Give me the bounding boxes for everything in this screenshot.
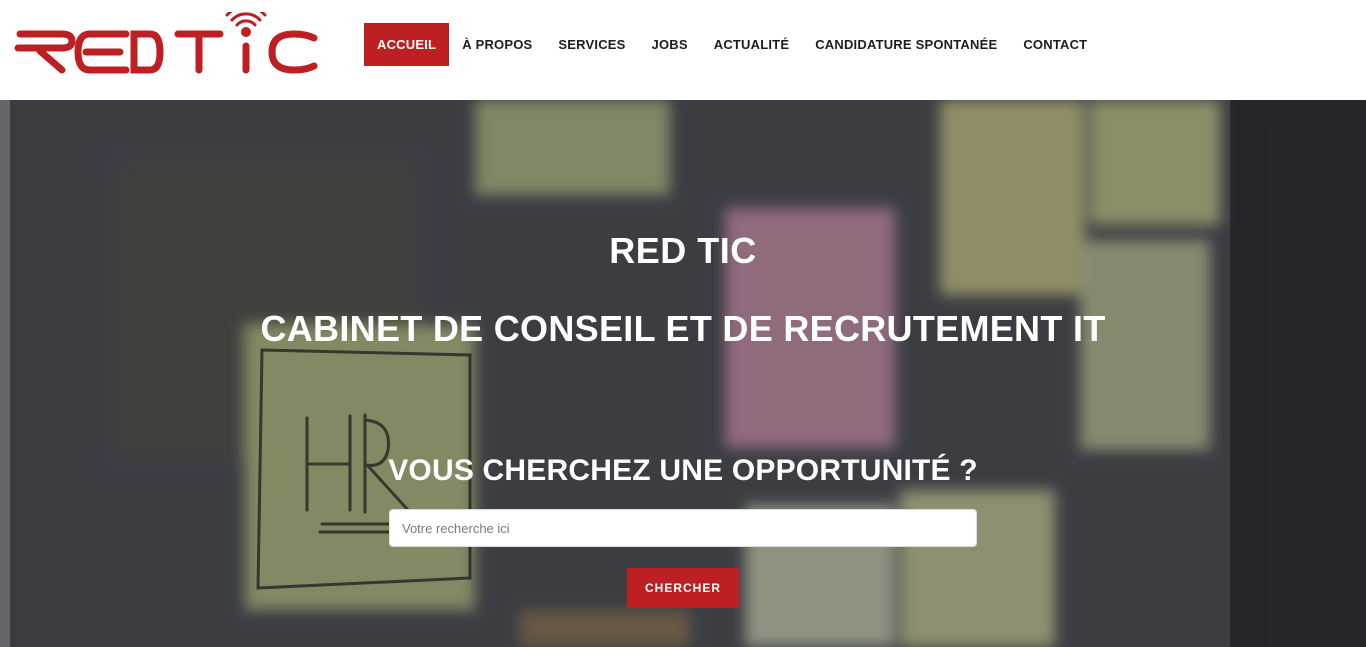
site-header: ACCUEIL À PROPOS SERVICES JOBS ACTUALITÉ… [0, 0, 1366, 100]
hero-section: RED TIC CABINET DE CONSEIL ET DE RECRUTE… [0, 100, 1366, 647]
main-nav: ACCUEIL À PROPOS SERVICES JOBS ACTUALITÉ… [364, 23, 1100, 66]
antenna-signal-icon [14, 5, 318, 74]
search-heading: VOUS CHERCHEZ UNE OPPORTUNITÉ ? [388, 454, 978, 487]
nav-services[interactable]: SERVICES [545, 23, 638, 66]
nav-a-propos[interactable]: À PROPOS [449, 23, 545, 66]
redtic-logo[interactable] [14, 5, 320, 78]
nav-contact[interactable]: CONTACT [1010, 23, 1100, 66]
hero-overlay [0, 100, 1366, 647]
search-button[interactable]: CHERCHER [627, 568, 739, 608]
hero-subtitle: CABINET DE CONSEIL ET DE RECRUTEMENT IT [260, 308, 1106, 349]
nav-actualite[interactable]: ACTUALITÉ [701, 23, 802, 66]
nav-candidature-spontanee[interactable]: CANDIDATURE SPONTANÉE [802, 23, 1010, 66]
search-input[interactable] [389, 509, 977, 547]
hero-title: RED TIC [609, 230, 757, 271]
nav-accueil[interactable]: ACCUEIL [364, 23, 450, 66]
nav-jobs[interactable]: JOBS [639, 23, 701, 66]
